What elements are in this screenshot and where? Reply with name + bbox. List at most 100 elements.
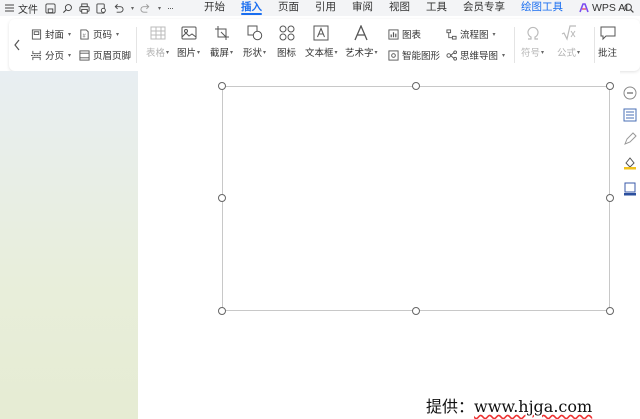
screenshot-icon [214, 26, 229, 40]
find-icon[interactable] [62, 3, 73, 14]
separator [594, 27, 595, 63]
cover-button[interactable]: 封面 ▾ [31, 26, 71, 42]
credit-url: www.hjga.com [474, 397, 593, 416]
symbol-label: 符号 [521, 48, 541, 59]
floating-toolbar [620, 84, 640, 204]
tab-tools[interactable]: 工具 [418, 0, 455, 16]
formula-label: 公式 [557, 48, 577, 59]
wordart-label: 艺术字 [345, 48, 374, 59]
insert-ribbon: 封面 ▾ 分页 ▾ # 页码 ▾ 页眉页脚 表格 ▾ 图片 ▾ 截屏 ▾ 形状 ▾ 图标 文本… [9, 19, 640, 71]
print-preview-icon[interactable] [96, 2, 107, 14]
resize-handle-top-right[interactable] [606, 82, 614, 90]
formula-button[interactable]: 公式 ▾ [557, 25, 580, 59]
tab-review[interactable]: 审阅 [344, 0, 381, 16]
header-footer-button[interactable]: 页眉页脚 [79, 47, 131, 63]
page-break-button[interactable]: 分页 ▾ [31, 47, 71, 63]
resize-handle-bottom-left[interactable] [218, 307, 226, 315]
scroll-left-icon[interactable] [13, 39, 21, 51]
page-number-label: 页码 [93, 30, 113, 41]
page-break-icon [31, 50, 42, 60]
drawing-canvas[interactable] [222, 86, 610, 311]
mindmap-button[interactable]: 思维导图 ▾ [446, 47, 505, 63]
table-label: 表格 [146, 48, 166, 59]
save-icon[interactable] [45, 2, 56, 14]
comment-button[interactable]: 批注 [598, 25, 617, 59]
undo-icon[interactable] [113, 3, 124, 14]
credit-prefix: 提供： [426, 397, 475, 416]
textbox-label: 文本框 [305, 48, 334, 59]
icon-button[interactable]: 图标 [277, 25, 296, 59]
undo-dropdown-icon[interactable]: ▾ [131, 5, 134, 12]
resize-handle-top[interactable] [412, 82, 420, 90]
picture-label: 图片 [177, 48, 197, 59]
mindmap-icon [446, 49, 457, 61]
file-menu[interactable]: 文件 [0, 0, 45, 16]
search-icon[interactable] [624, 3, 634, 13]
smart-graphic-label: 智能图形 [402, 51, 441, 62]
chart-label: 图表 [402, 30, 422, 41]
tab-page[interactable]: 页面 [270, 0, 307, 16]
quick-access-toolbar: ▾ ▾ ··· [45, 0, 174, 16]
cover-icon [31, 28, 42, 40]
page-break-label: 分页 [45, 51, 65, 62]
icons-gallery-icon [279, 25, 294, 41]
menu-bar: 文件 ▾ ▾ ··· 开始 插入 页面 引用 审阅 视图 工具 会员专享 绘图工… [0, 0, 640, 16]
left-margin-pane [0, 71, 138, 419]
credit-watermark: 提供：www.hjga.com [426, 393, 592, 417]
redo-icon[interactable] [140, 3, 151, 14]
hamburger-icon [5, 4, 14, 12]
textbox-button[interactable]: 文本框 ▾ [305, 25, 338, 59]
file-menu-label: 文件 [18, 4, 38, 16]
wps-ai-label: WPS AI [592, 2, 629, 14]
resize-handle-top-left[interactable] [218, 82, 226, 90]
smart-graphic-icon [388, 49, 399, 61]
separator [136, 27, 137, 63]
wordart-button[interactable]: 艺术字 ▾ [345, 25, 378, 59]
collapse-icon[interactable] [623, 86, 637, 100]
outline-color-icon[interactable] [623, 182, 637, 196]
flowchart-icon [446, 28, 457, 40]
tab-home[interactable]: 开始 [196, 0, 233, 16]
flowchart-label: 流程图 [460, 30, 489, 41]
flowchart-button[interactable]: 流程图 ▾ [446, 26, 496, 42]
comment-label: 批注 [598, 48, 618, 59]
layout-options-icon[interactable] [623, 108, 637, 122]
symbol-button[interactable]: 符号 ▾ [521, 25, 544, 59]
shape-icon [247, 25, 262, 41]
cover-label: 封面 [45, 30, 65, 41]
symbol-icon [526, 26, 539, 40]
page-number-button[interactable]: # 页码 ▾ [79, 26, 119, 42]
resize-handle-right[interactable] [606, 194, 614, 202]
screenshot-button[interactable]: 截屏 ▾ [210, 25, 233, 59]
picture-icon [181, 26, 197, 40]
table-icon [150, 26, 166, 40]
comment-icon [600, 26, 615, 41]
icon-label: 图标 [277, 48, 297, 59]
more-icon[interactable]: ··· [167, 3, 174, 13]
shape-label: 形状 [243, 48, 263, 59]
pen-icon[interactable] [623, 132, 637, 146]
tab-insert[interactable]: 插入 [233, 0, 270, 16]
page-number-icon: # [80, 28, 89, 39]
wps-ai-icon [579, 3, 589, 13]
print-icon[interactable] [79, 2, 90, 14]
ribbon-tabs: 开始 插入 页面 引用 审阅 视图 工具 会员专享 绘图工具 WPS AI [196, 0, 636, 16]
tab-drawing-tools[interactable]: 绘图工具 [513, 0, 571, 16]
tab-view[interactable]: 视图 [381, 0, 418, 16]
resize-handle-bottom-right[interactable] [606, 307, 614, 315]
resize-handle-bottom[interactable] [412, 307, 420, 315]
shape-button[interactable]: 形状 ▾ [243, 25, 266, 59]
tab-references[interactable]: 引用 [307, 0, 344, 16]
redo-dropdown-icon[interactable]: ▾ [158, 5, 161, 12]
table-button[interactable]: 表格 ▾ [146, 25, 169, 59]
fill-color-icon[interactable] [623, 156, 637, 170]
textbox-icon [313, 25, 329, 41]
header-footer-label: 页眉页脚 [93, 51, 132, 62]
wordart-icon [354, 25, 368, 41]
resize-handle-left[interactable] [218, 194, 226, 202]
chart-button[interactable]: 图表 [388, 26, 421, 42]
header-footer-icon [79, 49, 90, 61]
smart-graphic-button[interactable]: 智能图形 [388, 47, 440, 63]
picture-button[interactable]: 图片 ▾ [177, 25, 200, 59]
tab-membership[interactable]: 会员专享 [455, 0, 513, 16]
